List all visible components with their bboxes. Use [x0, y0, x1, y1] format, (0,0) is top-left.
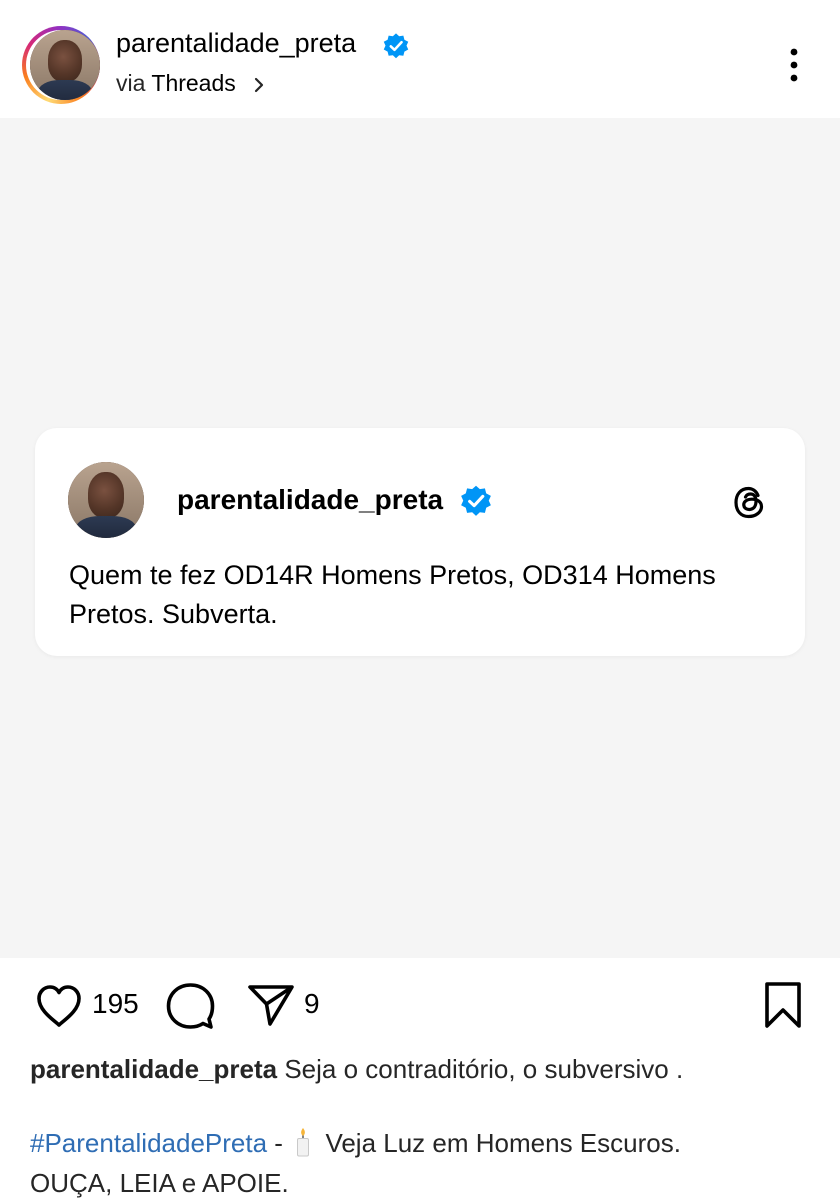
via-threads-link[interactable]: via Threads — [116, 70, 236, 97]
caption-text: Seja o contraditório, o subversivo . — [284, 1054, 684, 1084]
post-author-username[interactable]: parentalidade_preta — [116, 28, 356, 59]
more-vertical-icon[interactable] — [784, 46, 804, 86]
heart-icon[interactable] — [34, 982, 84, 1030]
verified-badge-icon — [461, 485, 491, 516]
card-avatar — [68, 462, 144, 538]
threads-post-card[interactable]: parentalidade_preta Quem te fez OD14R Ho… — [35, 428, 805, 656]
chevron-right-icon — [254, 77, 264, 93]
bookmark-icon[interactable] — [762, 980, 804, 1030]
candle-icon — [297, 1128, 310, 1157]
avatar[interactable] — [30, 30, 100, 100]
share-count[interactable]: 9 — [304, 988, 320, 1020]
action-bar: 195 9 — [0, 958, 840, 1054]
caption-line3-text: OUÇA, LEIA e APOIE. — [30, 1168, 289, 1198]
card-post-text: Quem te fez OD14R Homens Pretos, OD314 H… — [69, 560, 716, 629]
hashtag-link[interactable]: #ParentalidadePreta — [30, 1128, 267, 1158]
caption-line2-text: Veja Luz em Homens Escuros. — [325, 1128, 681, 1158]
verified-badge-icon — [383, 33, 409, 59]
caption-username[interactable]: parentalidade_preta — [30, 1054, 277, 1084]
threads-logo-icon — [734, 486, 764, 519]
via-app-name: Threads — [151, 70, 236, 96]
comment-icon[interactable] — [164, 980, 216, 1032]
share-icon[interactable] — [246, 982, 296, 1028]
post-header: parentalidade_preta via Threads — [0, 0, 840, 118]
caption-continuation: #ParentalidadePreta - Veja Luz em Homens… — [30, 1123, 810, 1203]
like-count[interactable]: 195 — [92, 988, 139, 1020]
post-media[interactable]: parentalidade_preta Quem te fez OD14R Ho… — [0, 118, 840, 958]
via-prefix: via — [116, 70, 146, 96]
caption: parentalidade_preta Seja o contraditório… — [30, 1050, 810, 1088]
card-username: parentalidade_preta — [177, 484, 444, 515]
caption-separator: - — [274, 1128, 283, 1158]
